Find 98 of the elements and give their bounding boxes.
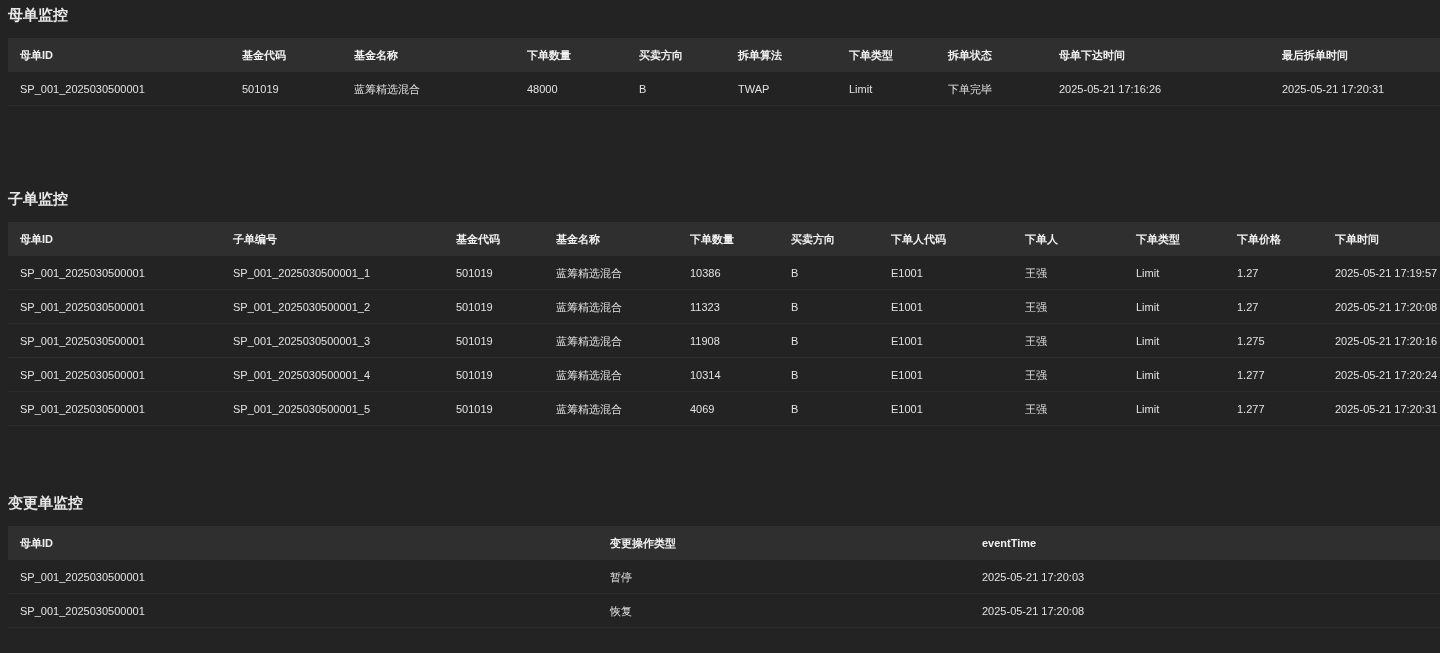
column-header: 拆单算法 — [726, 38, 837, 72]
table-cell: SP_001_2025030500001 — [8, 72, 230, 106]
column-header: 子单编号 — [221, 222, 444, 256]
table-cell: B — [627, 72, 726, 106]
table-cell: 1.27 — [1225, 256, 1323, 290]
table-cell: E1001 — [879, 324, 1013, 358]
column-header: 母单下达时间 — [1047, 38, 1270, 72]
column-header: eventTime — [970, 526, 1440, 560]
table-cell: 2025-05-21 17:20:08 — [970, 594, 1440, 628]
table-cell: SP_001_2025030500001_1 — [221, 256, 444, 290]
table-cell: Limit — [837, 72, 936, 106]
section-title: 母单监控 — [8, 6, 68, 25]
table-cell: B — [779, 358, 879, 392]
table-cell: 蓝筹精选混合 — [544, 324, 678, 358]
table-cell: Limit — [1124, 392, 1225, 426]
table-cell: 下单完毕 — [936, 72, 1047, 106]
table-cell: 2025-05-21 17:16:26 — [1047, 72, 1270, 106]
table-cell: 2025-05-21 17:20:24 — [1323, 358, 1440, 392]
column-header: 母单ID — [8, 38, 230, 72]
table-cell: 501019 — [444, 324, 544, 358]
table-cell: E1001 — [879, 392, 1013, 426]
column-header: 母单ID — [8, 222, 221, 256]
column-header: 买卖方向 — [779, 222, 879, 256]
column-header: 下单数量 — [515, 38, 627, 72]
table-cell: 1.277 — [1225, 392, 1323, 426]
table-cell: 王强 — [1013, 256, 1124, 290]
table-cell: 501019 — [444, 256, 544, 290]
table-cell: 501019 — [230, 72, 342, 106]
table-cell: Limit — [1124, 256, 1225, 290]
section-title: 子单监控 — [8, 190, 68, 209]
column-header: 买卖方向 — [627, 38, 726, 72]
column-header: 下单价格 — [1225, 222, 1323, 256]
column-header: 下单类型 — [837, 38, 936, 72]
table-cell: Limit — [1124, 358, 1225, 392]
table-cell: 501019 — [444, 392, 544, 426]
table-cell: 2025-05-21 17:20:03 — [970, 560, 1440, 594]
table-cell: 1.275 — [1225, 324, 1323, 358]
column-header: 下单时间 — [1323, 222, 1440, 256]
table-cell: 2025-05-21 17:19:57 — [1323, 256, 1440, 290]
column-header: 下单类型 — [1124, 222, 1225, 256]
table-cell: 蓝筹精选混合 — [544, 290, 678, 324]
table-cell: 2025-05-21 17:20:31 — [1270, 72, 1440, 106]
table-cell: 蓝筹精选混合 — [342, 72, 515, 106]
column-header: 基金名称 — [342, 38, 515, 72]
table-cell: SP_001_2025030500001_2 — [221, 290, 444, 324]
table-cell: B — [779, 290, 879, 324]
table-cell: B — [779, 392, 879, 426]
table-cell: B — [779, 256, 879, 290]
table-cell: SP_001_2025030500001 — [8, 392, 221, 426]
table-cell: 王强 — [1013, 392, 1124, 426]
column-header: 基金代码 — [444, 222, 544, 256]
table-cell: 11908 — [678, 324, 779, 358]
table-cell: SP_001_2025030500001 — [8, 560, 598, 594]
table-cell: 2025-05-21 17:20:08 — [1323, 290, 1440, 324]
table-cell: SP_001_2025030500001 — [8, 290, 221, 324]
column-header: 基金代码 — [230, 38, 342, 72]
table-cell: TWAP — [726, 72, 837, 106]
table-cell: 恢复 — [598, 594, 970, 628]
table-cell: 1.277 — [1225, 358, 1323, 392]
table-cell: 2025-05-21 17:20:31 — [1323, 392, 1440, 426]
column-header: 拆单状态 — [936, 38, 1047, 72]
table-cell: 2025-05-21 17:20:16 — [1323, 324, 1440, 358]
table-cell: 王强 — [1013, 358, 1124, 392]
table-cell: 暂停 — [598, 560, 970, 594]
table-cell: SP_001_2025030500001 — [8, 324, 221, 358]
table-cell: 501019 — [444, 290, 544, 324]
table-cell: 王强 — [1013, 324, 1124, 358]
table-cell: Limit — [1124, 290, 1225, 324]
column-header: 最后拆单时间 — [1270, 38, 1440, 72]
table-cell: SP_001_2025030500001_5 — [221, 392, 444, 426]
table-cell: SP_001_2025030500001_4 — [221, 358, 444, 392]
table-cell: SP_001_2025030500001 — [8, 358, 221, 392]
table-cell: 48000 — [515, 72, 627, 106]
table-cell: 10386 — [678, 256, 779, 290]
table-cell: SP_001_2025030500001 — [8, 256, 221, 290]
table-cell: Limit — [1124, 324, 1225, 358]
table-cell: E1001 — [879, 256, 1013, 290]
section-title: 变更单监控 — [8, 494, 83, 513]
column-header: 下单数量 — [678, 222, 779, 256]
table-cell: 10314 — [678, 358, 779, 392]
table-cell: 501019 — [444, 358, 544, 392]
column-header: 基金名称 — [544, 222, 678, 256]
column-header: 变更操作类型 — [598, 526, 970, 560]
table-cell: SP_001_2025030500001_3 — [221, 324, 444, 358]
table-cell: E1001 — [879, 358, 1013, 392]
table-cell: SP_001_2025030500001 — [8, 594, 598, 628]
table-cell: 11323 — [678, 290, 779, 324]
column-header: 母单ID — [8, 526, 598, 560]
table-cell: 4069 — [678, 392, 779, 426]
table-cell: B — [779, 324, 879, 358]
table-cell: 蓝筹精选混合 — [544, 256, 678, 290]
table-cell: 蓝筹精选混合 — [544, 358, 678, 392]
table-cell: 王强 — [1013, 290, 1124, 324]
table-cell: 蓝筹精选混合 — [544, 392, 678, 426]
table-cell: 1.27 — [1225, 290, 1323, 324]
column-header: 下单人 — [1013, 222, 1124, 256]
table-cell: E1001 — [879, 290, 1013, 324]
column-header: 下单人代码 — [879, 222, 1013, 256]
